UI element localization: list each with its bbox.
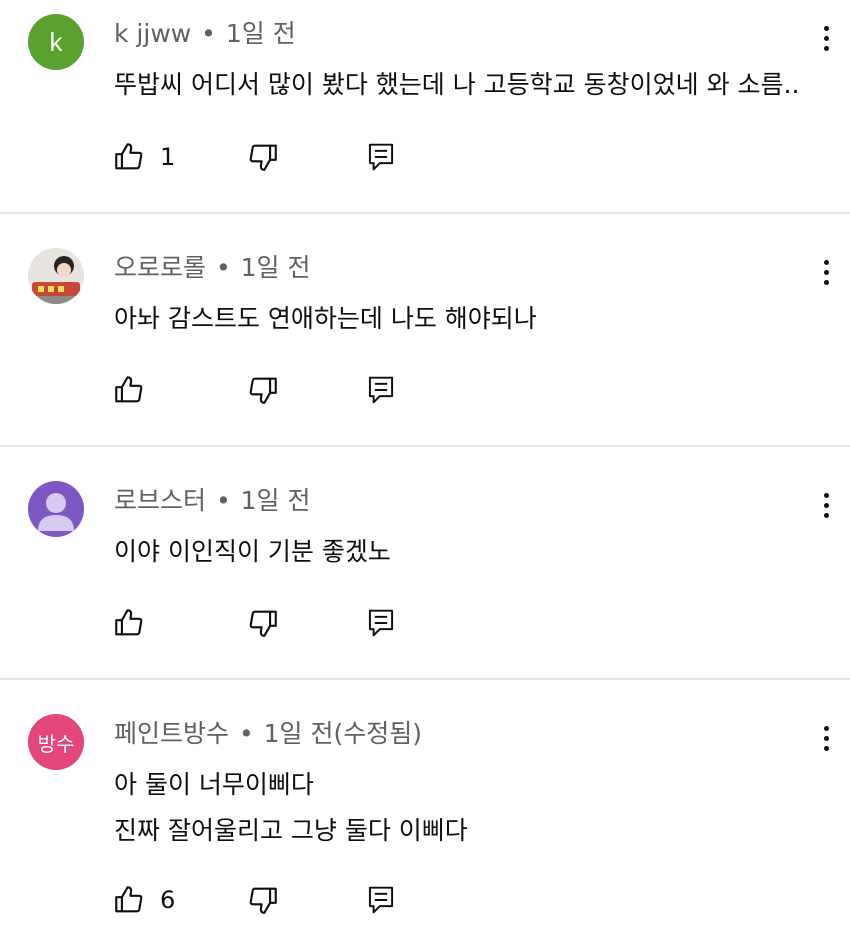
comment-line: 아놔 감스트도 연애하는데 나도 해야되나 (114, 304, 537, 333)
dislike-button[interactable] (246, 137, 280, 177)
thumbs-up-icon (115, 609, 143, 636)
comment-time: 1일 전 (240, 486, 311, 515)
separator-dot: • (231, 719, 262, 748)
separator-dot: • (208, 253, 239, 282)
separator-dot: • (208, 486, 239, 515)
default-user-icon (38, 493, 74, 531)
reply-button[interactable] (366, 370, 396, 410)
more-vertical-icon[interactable] (812, 485, 840, 525)
comment-time: 1일 전(수정됨) (263, 719, 423, 748)
reply-comment-icon (368, 143, 394, 171)
like-button[interactable] (112, 603, 160, 643)
divider (0, 678, 850, 680)
comment-actions: 1 (112, 137, 412, 177)
author-name[interactable]: k jjww (114, 19, 191, 48)
profile-photo (28, 248, 84, 304)
reply-comment-icon (368, 886, 394, 914)
comment-text: 이야 이인직이 기분 좋겠노 (114, 529, 391, 575)
comment-text: 뚜밥씨 어디서 많이 봤다 했는데 나 고등학교 동창이었네 와 소름.. (114, 62, 799, 108)
comment-actions (112, 603, 412, 643)
reply-button[interactable] (366, 880, 396, 920)
comment-meta: 페인트방수 • 1일 전(수정됨) (114, 716, 422, 752)
comment-actions: 6 (112, 880, 412, 920)
thumbs-up-icon (115, 376, 143, 403)
reply-comment-icon (368, 376, 394, 404)
avatar[interactable] (28, 248, 84, 304)
thumbs-down-icon (249, 887, 277, 914)
comment-text: 아 둘이 너무이삐다 진짜 잘어울리고 그냥 둘다 이삐다 (114, 762, 468, 854)
dislike-button[interactable] (246, 370, 280, 410)
author-name[interactable]: 페인트방수 (114, 719, 229, 748)
like-button[interactable]: 6 (112, 880, 175, 920)
avatar[interactable]: 방수 (28, 714, 84, 770)
author-name[interactable]: 로브스터 (114, 486, 206, 515)
comment-line: 진짜 잘어울리고 그냥 둘다 이삐다 (114, 816, 468, 845)
like-count: 6 (160, 886, 176, 914)
comment-line: 이야 이인직이 기분 좋겠노 (114, 537, 391, 566)
author-name[interactable]: 오로로롤 (114, 253, 206, 282)
dislike-button[interactable] (246, 603, 280, 643)
reply-button[interactable] (366, 603, 396, 643)
comment-text: 아놔 감스트도 연애하는데 나도 해야되나 (114, 296, 537, 342)
comment-meta: k jjww • 1일 전 (114, 16, 296, 52)
more-vertical-icon[interactable] (812, 252, 840, 292)
avatar-initial: k (49, 26, 63, 57)
thumbs-down-icon (249, 610, 277, 637)
comment-time: 1일 전 (240, 253, 311, 282)
like-count: 1 (160, 143, 176, 171)
avatar[interactable]: k (28, 14, 84, 70)
dislike-button[interactable] (246, 880, 280, 920)
divider (0, 445, 850, 447)
avatar[interactable] (28, 481, 84, 537)
comment-actions (112, 370, 412, 410)
thumbs-down-icon (249, 377, 277, 404)
thumbs-down-icon (249, 144, 277, 171)
thumbs-up-icon (115, 886, 143, 913)
reply-button[interactable] (366, 137, 396, 177)
comment-line: 뚜밥씨 어디서 많이 봤다 했는데 나 고등학교 동창이었네 와 소름.. (114, 70, 800, 99)
comment-line: 아 둘이 너무이삐다 (114, 770, 314, 799)
divider (0, 212, 850, 214)
comment-meta: 로브스터 • 1일 전 (114, 483, 311, 519)
like-button[interactable] (112, 370, 160, 410)
comment-meta: 오로로롤 • 1일 전 (114, 250, 311, 286)
more-vertical-icon[interactable] (812, 718, 840, 758)
thumbs-up-icon (115, 143, 143, 170)
avatar-initial: 방수 (37, 733, 75, 756)
reply-comment-icon (368, 609, 394, 637)
like-button[interactable]: 1 (112, 137, 175, 177)
separator-dot: • (193, 19, 224, 48)
comment-time: 1일 전 (225, 19, 296, 48)
more-vertical-icon[interactable] (812, 18, 840, 58)
